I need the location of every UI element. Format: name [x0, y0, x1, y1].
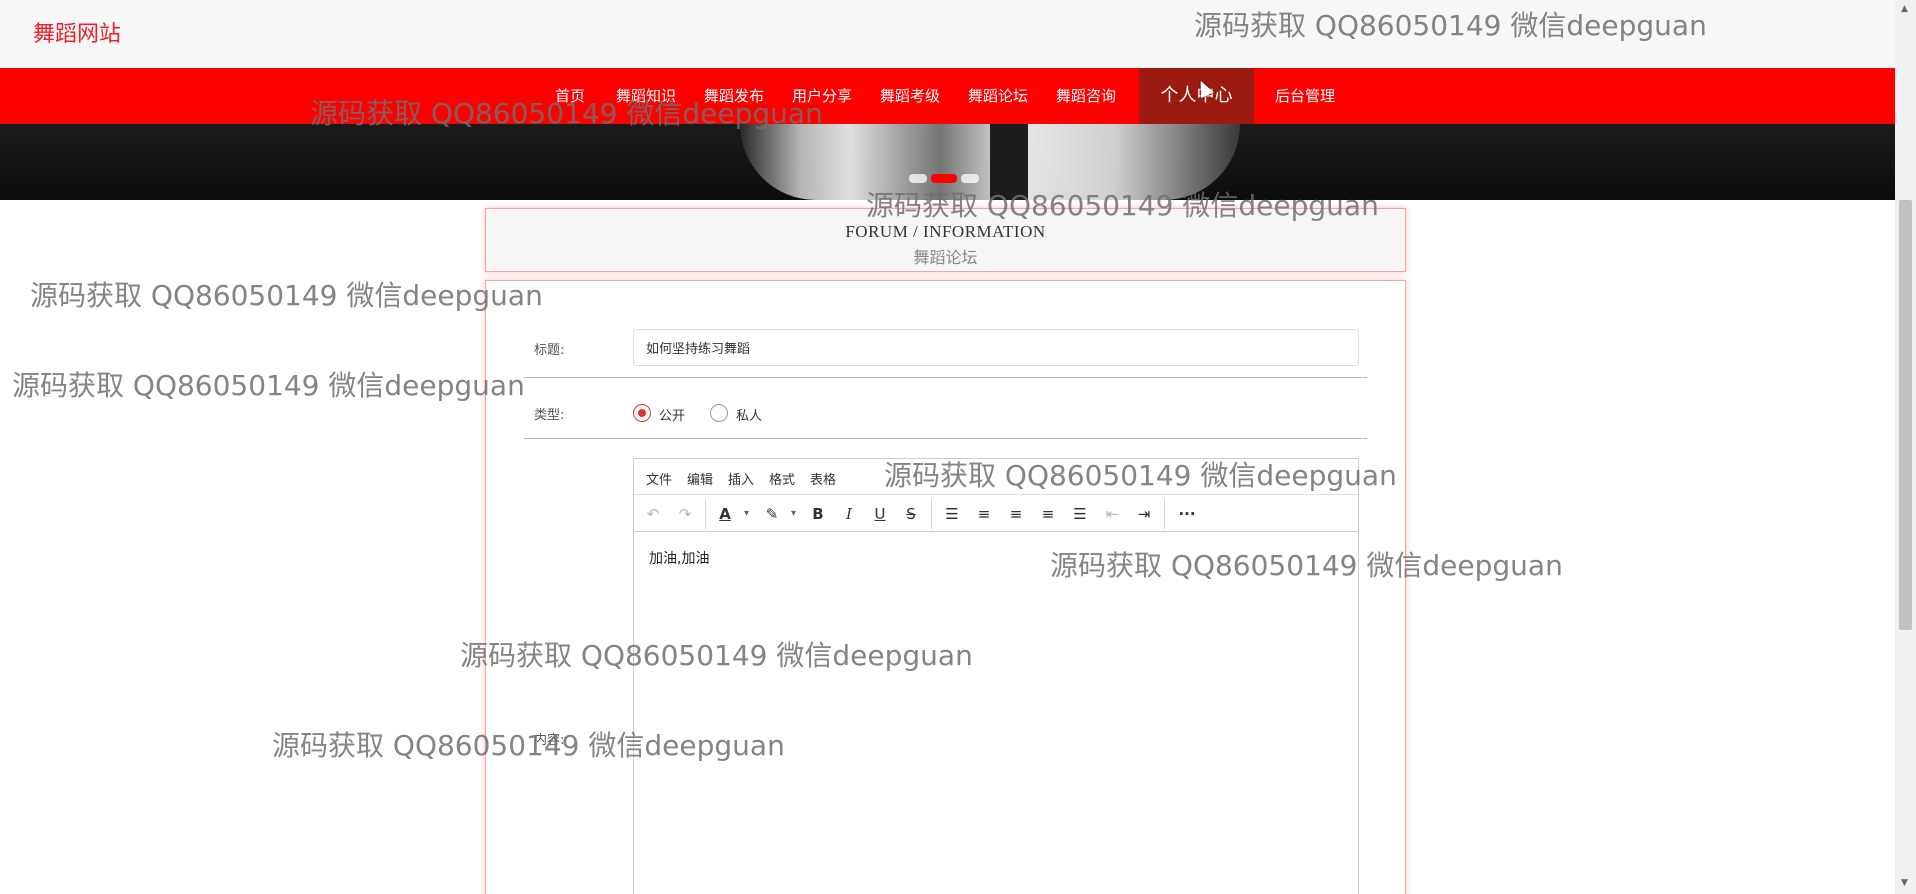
nav-item-dance-publish[interactable]: 舞蹈发布 — [702, 68, 766, 124]
toolbar-separator — [1164, 499, 1165, 529]
align-center-icon[interactable]: ≡ — [1005, 503, 1027, 525]
outdent-icon[interactable]: ⇤ — [1101, 503, 1123, 525]
nav-item-admin[interactable]: 后台管理 — [1272, 68, 1338, 124]
carousel-dot[interactable] — [961, 174, 979, 183]
rich-text-editor: 文件 编辑 插入 格式 表格 ↶ ↷ A ▾ ✎ ▾ B I U S ☰ ≡ ≡… — [633, 458, 1359, 894]
highlight-icon[interactable]: ✎ — [761, 503, 783, 525]
nav-item-dance-forum[interactable]: 舞蹈论坛 — [966, 68, 1030, 124]
title-input[interactable] — [633, 329, 1359, 366]
watermark: 源码获取 QQ86050149 微信deepguan — [12, 369, 525, 402]
section-title-en: FORUM / INFORMATION — [845, 222, 1046, 241]
nav-item-personal-center[interactable]: 个人中心 — [1139, 68, 1254, 124]
scroll-thumb[interactable] — [1899, 200, 1912, 630]
bullet-list-icon[interactable]: ☰ — [941, 503, 963, 525]
menu-insert[interactable]: 插入 — [728, 469, 754, 488]
nav-item-dance-knowledge[interactable]: 舞蹈知识 — [614, 68, 678, 124]
more-icon[interactable]: ··· — [1176, 503, 1198, 525]
menu-format[interactable]: 格式 — [769, 469, 795, 488]
radio-unchecked-icon[interactable] — [710, 404, 728, 422]
bold-icon[interactable]: B — [807, 503, 829, 525]
menu-edit[interactable]: 编辑 — [687, 469, 713, 488]
site-logo[interactable]: 舞蹈网站 — [33, 16, 121, 48]
text-color-icon[interactable]: A — [714, 503, 736, 525]
content-label: 内容: — [534, 733, 565, 748]
toolbar-separator — [705, 499, 706, 529]
title-label: 标题: — [534, 343, 565, 358]
page-scrollbar[interactable]: ▲ ▼ — [1895, 0, 1916, 894]
main-nav: 首页 舞蹈知识 舞蹈发布 用户分享 舞蹈考级 舞蹈论坛 舞蹈咨询 个人中心 后台… — [0, 68, 1895, 124]
nav-item-dance-grading[interactable]: 舞蹈考级 — [878, 68, 942, 124]
chevron-down-icon[interactable]: ▾ — [791, 503, 796, 525]
nav-item-user-share[interactable]: 用户分享 — [790, 68, 854, 124]
undo-icon[interactable]: ↶ — [642, 503, 664, 525]
site-header: 舞蹈网站 — [0, 0, 1895, 68]
scroll-down-icon[interactable]: ▼ — [1901, 878, 1908, 888]
align-justify-icon[interactable]: ☰ — [1069, 503, 1091, 525]
divider — [524, 438, 1367, 439]
carousel-indicators — [909, 172, 979, 186]
banner-image — [740, 124, 1240, 200]
banner-carousel — [0, 124, 1895, 200]
align-left-icon[interactable]: ≡ — [973, 503, 995, 525]
redo-icon[interactable]: ↷ — [674, 503, 696, 525]
carousel-dot-active[interactable] — [931, 174, 957, 183]
nav-item-home[interactable]: 首页 — [548, 68, 592, 124]
italic-icon[interactable]: I — [838, 503, 860, 525]
indent-icon[interactable]: ⇥ — [1133, 503, 1155, 525]
align-right-icon[interactable]: ≡ — [1037, 503, 1059, 525]
editor-menubar: 文件 编辑 插入 格式 表格 — [634, 459, 1358, 495]
carousel-dot[interactable] — [909, 174, 927, 183]
section-title-panel: FORUM / INFORMATION 舞蹈论坛 — [485, 208, 1406, 272]
scroll-up-icon[interactable]: ▲ — [1901, 4, 1908, 14]
type-label: 类型: — [534, 408, 565, 423]
watermark: 源码获取 QQ86050149 微信deepguan — [30, 279, 543, 312]
chevron-down-icon[interactable]: ▾ — [744, 503, 749, 525]
page: 舞蹈网站 首页 舞蹈知识 舞蹈发布 用户分享 舞蹈考级 舞蹈论坛 舞蹈咨询 个人… — [0, 0, 1916, 894]
radio-label: 私人 — [736, 409, 763, 424]
editor-content[interactable]: 加油,加油 — [649, 548, 709, 568]
toolbar-separator — [931, 499, 932, 529]
underline-icon[interactable]: U — [869, 503, 891, 525]
menu-table[interactable]: 表格 — [810, 469, 836, 488]
forum-post-form: 标题: 类型: 公开 私人 内容: 文件 编辑 插入 格式 表格 ↶ ↷ — [485, 280, 1406, 894]
strikethrough-icon[interactable]: S — [900, 503, 922, 525]
section-title-cn: 舞蹈论坛 — [913, 248, 978, 267]
radio-checked-icon[interactable] — [633, 404, 651, 422]
nav-item-dance-consult[interactable]: 舞蹈咨询 — [1054, 68, 1118, 124]
radio-label: 公开 — [659, 409, 686, 424]
divider — [524, 377, 1367, 378]
menu-file[interactable]: 文件 — [646, 469, 672, 488]
editor-toolbar: ↶ ↷ A ▾ ✎ ▾ B I U S ☰ ≡ ≡ ≡ ☰ ⇤ ⇥ ··· — [634, 495, 1358, 532]
